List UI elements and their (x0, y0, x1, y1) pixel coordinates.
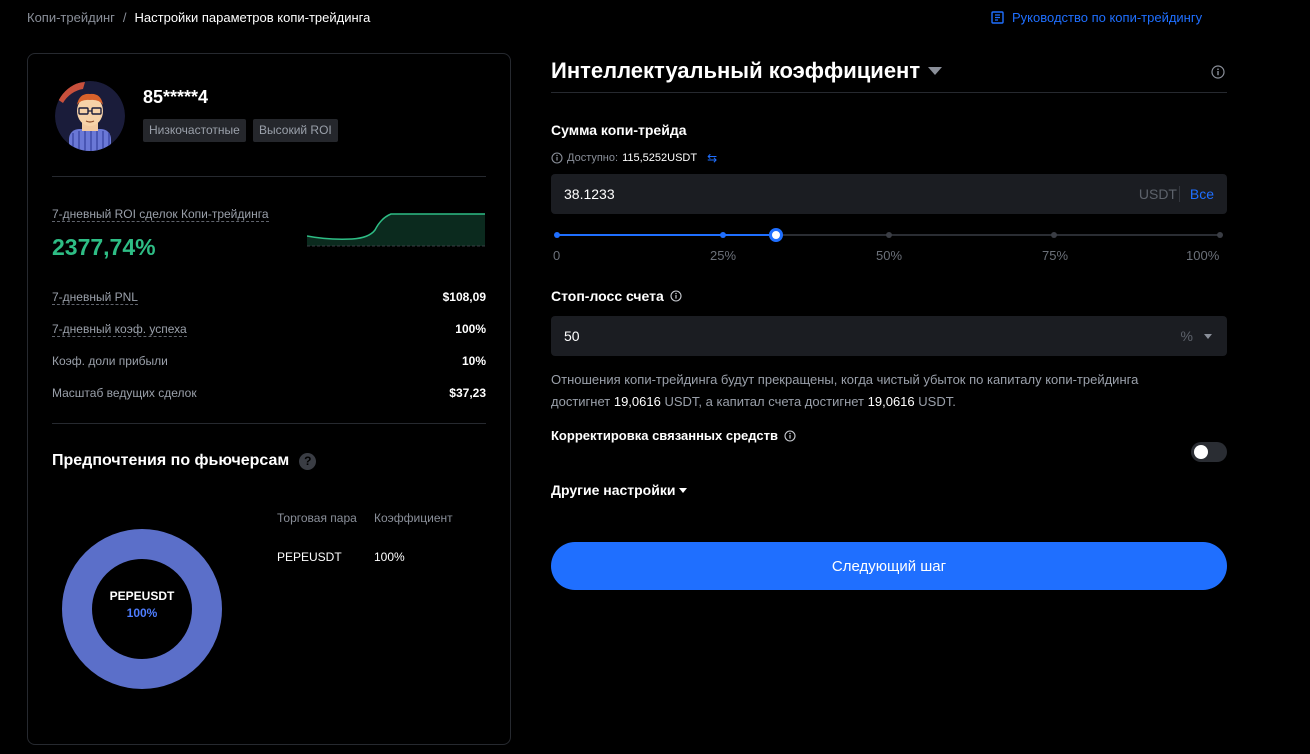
slider-label-50: 50% (876, 248, 903, 263)
stoploss-label: Стоп-лосс счета (551, 288, 682, 304)
max-all-button[interactable]: Все (1190, 186, 1214, 202)
trader-name: 85*****4 (143, 87, 209, 107)
stat-label: Масштаб ведущих сделок (52, 386, 197, 400)
donut-center-label: PEPEUSDT 100% (62, 589, 222, 620)
slider-fill (557, 234, 776, 236)
stoploss-label-text: Стоп-лосс счета (551, 288, 664, 304)
adjust-funds-text: Корректировка связанных средств (551, 428, 778, 443)
amount-label: Сумма копи-трейда (551, 122, 687, 138)
stoploss-description: Отношения копи-трейдинга будут прекращен… (551, 369, 1211, 413)
donut-percent: 100% (126, 606, 158, 620)
slider-label-100: 100% (1186, 248, 1220, 263)
adjust-funds-toggle[interactable] (1191, 442, 1227, 462)
stat-value: $108,09 (442, 290, 486, 304)
info-icon[interactable] (551, 152, 563, 164)
col-header-pair: Торговая пара (277, 511, 357, 525)
slider-mark[interactable] (1217, 232, 1223, 238)
breadcrumb: Копи-трейдинг / Настройки параметров коп… (27, 10, 370, 25)
avatar[interactable] (55, 81, 125, 151)
slider-mark[interactable] (885, 232, 892, 238)
caret-down-icon (679, 487, 688, 493)
help-icon[interactable]: ? (299, 452, 317, 470)
ratio-cell: 100% (374, 550, 405, 564)
stat-value: 100% (455, 322, 486, 336)
next-step-button[interactable]: Следующий шаг (551, 542, 1227, 590)
adjust-funds-label: Корректировка связанных средств (551, 428, 796, 443)
info-icon[interactable] (1211, 65, 1225, 79)
transfer-icon[interactable]: ⇆ (707, 151, 717, 165)
caret-down-icon (928, 67, 943, 75)
desc-part: USDT. (918, 394, 956, 409)
stoploss-unit: % (1180, 328, 1193, 344)
donut-pair: PEPEUSDT (109, 589, 175, 603)
stat-value: $37,23 (449, 386, 486, 400)
slider-label-25: 25% (710, 248, 737, 263)
copy-trading-guide-link[interactable]: Руководство по копи-трейдингу (991, 10, 1202, 25)
slider-label-0: 0 (553, 248, 561, 263)
futures-title-text: Предпочтения по фьючерсам (52, 452, 290, 469)
stoploss-value: 50 (564, 328, 580, 344)
trader-card: 85*****4 Низкочастотные Высокий ROI 7-дн… (27, 53, 511, 745)
roi-value: 2377,74% (52, 234, 156, 260)
slider-mark[interactable] (1051, 232, 1058, 238)
copy-amount-input[interactable]: 38.1233 USDT Все (551, 174, 1227, 214)
stoploss-input[interactable]: 50 % (551, 316, 1227, 356)
amount-value: 38.1233 (564, 186, 615, 202)
slider-thumb[interactable] (768, 228, 783, 242)
stat-label: 7-дневный коэф. успеха (52, 322, 187, 337)
roi-sparkline (307, 213, 485, 247)
stat-label: Коэф. доли прибыли (52, 354, 168, 368)
toggle-knob (1194, 445, 1208, 459)
tag-high-roi: Высокий ROI (253, 119, 338, 142)
desc-amount: 19,0616 (867, 394, 915, 409)
amount-slider[interactable] (554, 228, 1223, 242)
stat-row-win-rate: 7-дневный коэф. успеха 100% (52, 322, 486, 337)
info-icon[interactable] (670, 290, 682, 302)
slider-label-75: 75% (1042, 248, 1069, 263)
divider (52, 176, 486, 177)
amount-label-text: Сумма копи-трейда (551, 122, 687, 138)
available-label: Доступно: (567, 152, 619, 164)
available-balance: Доступно: 115,5252USDT ⇆ (551, 151, 717, 165)
divider (52, 423, 486, 424)
other-settings-label: Другие настройки (551, 482, 676, 498)
stat-label: 7-дневный PNL (52, 290, 138, 305)
stat-row-lead-scale: Масштаб ведущих сделок $37,23 (52, 386, 486, 400)
available-amount: 115,5252USDT (622, 152, 698, 164)
slider-mark[interactable] (554, 232, 560, 238)
breadcrumb-current: Настройки параметров копи-трейдинга (134, 10, 371, 25)
desc-amount: 19,0616 (613, 394, 661, 409)
book-icon (991, 11, 1004, 24)
divider (551, 92, 1227, 93)
desc-part: Отношения копи-трейдинга будут прекращен… (551, 372, 1139, 387)
stat-row-pnl: 7-дневный PNL $108,09 (52, 290, 486, 305)
other-settings-expander[interactable]: Другие настройки (551, 482, 688, 498)
breadcrumb-copy-trading-link[interactable]: Копи-трейдинг (27, 10, 115, 25)
copy-mode-title: Интеллектуальный коэффициент (551, 58, 921, 83)
info-icon[interactable] (784, 429, 796, 442)
amount-unit: USDT (1138, 186, 1177, 202)
pair-cell: PEPEUSDT (277, 550, 342, 564)
futures-preferences-title: Предпочтения по фьючерсам ? (52, 452, 317, 470)
stat-value: 10% (461, 354, 486, 368)
tag-low-frequency: Низкочастотные (143, 119, 246, 142)
chevron-down-icon[interactable] (1204, 334, 1212, 339)
input-separator (1179, 186, 1180, 202)
breadcrumb-separator: / (122, 10, 127, 25)
roi-label: 7-дневный ROI сделок Копи-трейдинга (52, 207, 269, 222)
slider-mark[interactable] (719, 232, 726, 238)
copy-mode-dropdown[interactable]: Интеллектуальный коэффициент (551, 58, 943, 84)
stat-row-profit-share: Коэф. доли прибыли 10% (52, 354, 486, 368)
desc-part: достигнет (551, 394, 611, 409)
guide-link-label: Руководство по копи-трейдингу (1012, 10, 1203, 25)
col-header-ratio: Коэффициент (374, 511, 453, 525)
desc-part: USDT, а капитал счета достигнет (664, 394, 865, 409)
